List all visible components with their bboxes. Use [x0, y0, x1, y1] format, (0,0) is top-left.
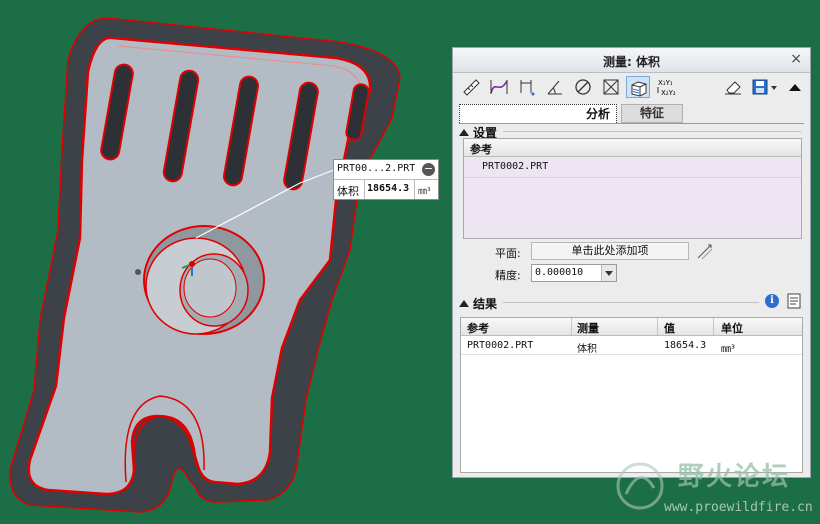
report-icon[interactable] [787, 293, 801, 309]
col-unit: 单位 [721, 322, 743, 335]
info-icon[interactable]: i [765, 294, 779, 308]
watermark-logo [612, 458, 668, 514]
precision-label: 精度: [495, 269, 521, 282]
minus-icon[interactable]: − [422, 163, 435, 176]
watermark-url: www.proewildfire.cn [664, 500, 813, 515]
row-reference: PRT0002.PRT [467, 340, 534, 351]
reference-header-label: 参考 [470, 143, 492, 156]
ruler-icon[interactable] [459, 76, 483, 98]
col-reference: 参考 [467, 322, 489, 335]
callout-unit: ㎜³ [418, 187, 431, 197]
callout-value: 18654.3 [367, 183, 410, 194]
watermark-title: 野火论坛 [678, 462, 791, 492]
row-unit: ㎜³ [721, 344, 736, 355]
row-measure: 体积 [577, 344, 597, 355]
reference-item[interactable]: PRT0002.PRT [482, 161, 548, 172]
reference-list-header: 参考 [464, 139, 801, 157]
volume-icon[interactable] [626, 76, 650, 98]
results-table-header: 参考 测量 值 单位 [461, 318, 802, 336]
callout-part-name: PRT00...2.PRT [337, 163, 416, 174]
collapse-icon[interactable] [783, 76, 807, 98]
svg-text:X₁Y₁: X₁Y₁ [658, 79, 673, 87]
reference-list[interactable]: 参考 PRT0002.PRT [463, 138, 802, 239]
collapse-triangle-icon[interactable] [459, 129, 469, 136]
diameter-icon[interactable] [571, 76, 595, 98]
callout-row: 体积 18654.3 ㎜³ [334, 180, 438, 199]
precision-select[interactable]: 0.000010 [531, 264, 617, 282]
chevron-down-icon[interactable] [601, 265, 616, 281]
save-icon[interactable] [749, 76, 779, 98]
collapse-triangle-icon[interactable] [459, 300, 469, 307]
distance-icon[interactable] [515, 76, 539, 98]
tab-analysis[interactable]: 分析 [459, 104, 617, 123]
results-title: 结果 [473, 297, 498, 311]
area-icon[interactable] [599, 76, 623, 98]
callout-header: PRT00...2.PRT − [334, 160, 438, 180]
measure-callout[interactable]: PRT00...2.PRT − 体积 18654.3 ㎜³ [333, 159, 439, 200]
col-measure: 测量 [577, 322, 599, 335]
plane-label: 平面: [495, 247, 521, 260]
svg-text:X₂Y₂: X₂Y₂ [661, 89, 676, 97]
eraser-icon[interactable] [721, 76, 745, 98]
row-value: 18654.3 [664, 340, 707, 351]
precision-value: 0.000010 [535, 267, 584, 278]
dialog-titlebar[interactable]: 测量: 体积 × [453, 48, 810, 73]
angle-icon[interactable] [543, 76, 567, 98]
results-table[interactable]: 参考 测量 值 单位 PRT0002.PRT 体积 18654.3 ㎜³ [460, 317, 803, 473]
curve-length-icon[interactable] [487, 76, 511, 98]
close-icon[interactable]: × [790, 51, 802, 67]
measure-dialog: 测量: 体积 × X₁Y₁ X₂Y₂ 分析 特征 设置 参考 PRT0002.P… [452, 47, 811, 478]
callout-label: 体积 [337, 185, 359, 198]
tab-feature[interactable]: 特征 [621, 104, 683, 123]
plane-flip-icon[interactable] [696, 243, 714, 261]
dialog-title: 测量: 体积 [603, 55, 660, 69]
plane-collector[interactable]: 单击此处添加项 [531, 242, 689, 260]
dialog-tabs: 分析 特征 [459, 104, 804, 124]
measure-toolbar: X₁Y₁ X₂Y₂ [453, 73, 810, 101]
transform-icon[interactable]: X₁Y₁ X₂Y₂ [654, 76, 678, 98]
col-value: 值 [664, 322, 675, 335]
results-section-header[interactable]: 结果 [459, 295, 497, 312]
